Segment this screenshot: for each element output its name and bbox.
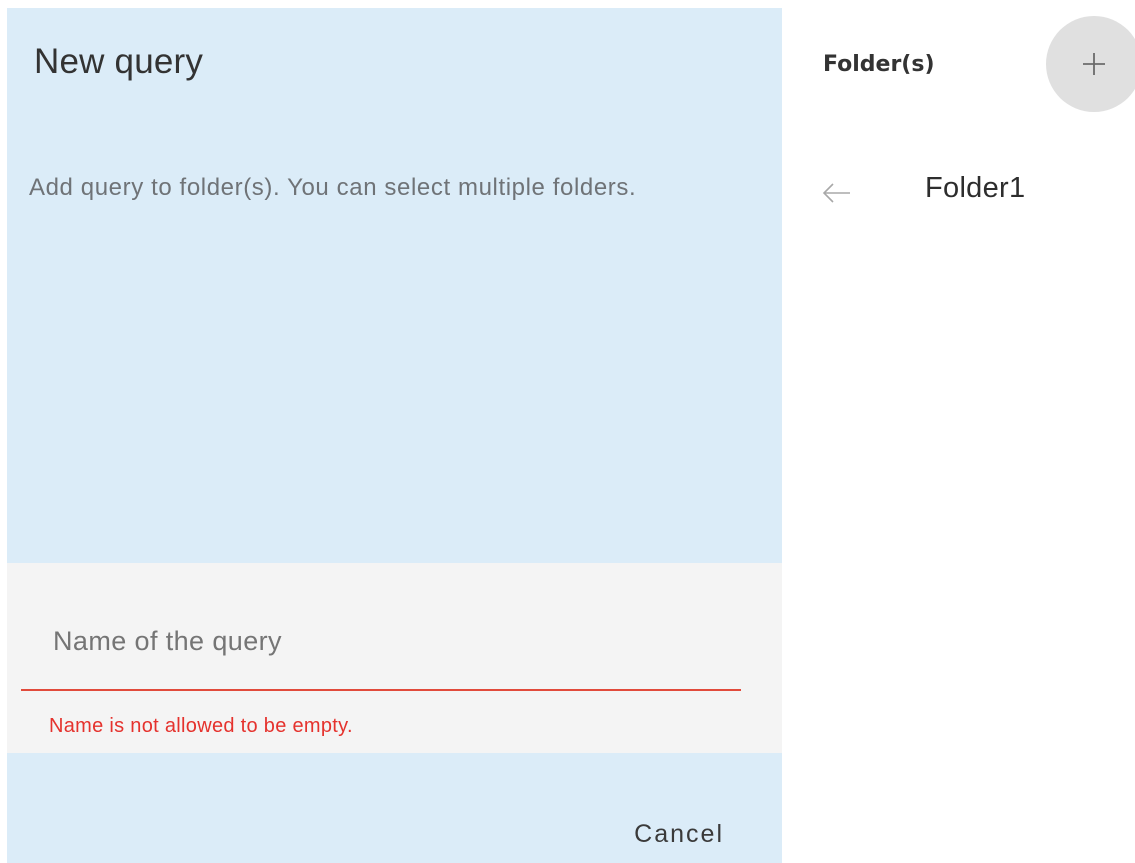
dialog-title: New query	[34, 42, 204, 81]
new-query-screen: New query Add query to folder(s). You ca…	[0, 0, 1135, 863]
arrow-left-icon[interactable]	[822, 182, 852, 204]
dialog-description: Add query to folder(s). You can select m…	[29, 174, 637, 201]
folder-list-item[interactable]: Folder1	[818, 170, 1118, 214]
cancel-button[interactable]: Cancel	[634, 820, 724, 849]
query-name-field-container: Name is not allowed to be empty.	[7, 563, 782, 753]
folders-header: Folder(s)	[823, 52, 935, 77]
folder-name: Folder1	[925, 172, 1026, 204]
name-error-message: Name is not allowed to be empty.	[49, 715, 353, 737]
add-folder-button[interactable]	[1046, 16, 1135, 112]
new-query-dialog: New query Add query to folder(s). You ca…	[7, 8, 782, 863]
plus-icon	[1083, 53, 1105, 75]
query-name-input[interactable]	[21, 593, 741, 691]
